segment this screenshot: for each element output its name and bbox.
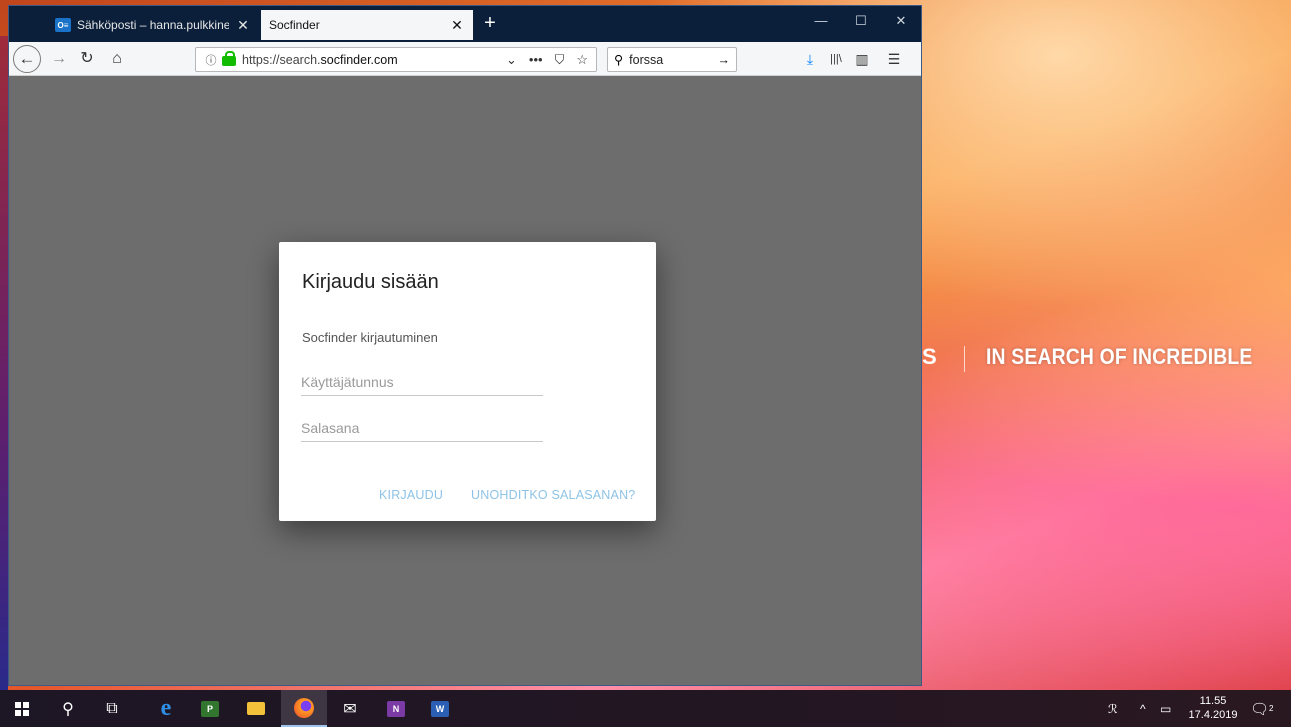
- search-bar[interactable]: ⚲ forssa →: [607, 47, 737, 72]
- dialog-title: Kirjaudu sisään: [302, 271, 439, 293]
- menu-icon[interactable]: ☰: [883, 47, 905, 71]
- tab-mail[interactable]: O≡ Sähköposti – hanna.pulkkinen@ ✕: [47, 10, 259, 40]
- onenote-button[interactable]: N: [376, 690, 416, 727]
- tab-label: Sähköposti – hanna.pulkkinen@: [77, 18, 229, 32]
- start-button[interactable]: [2, 690, 42, 727]
- brand-letter: S: [922, 344, 937, 369]
- search-taskbar-button[interactable]: ⚲: [48, 690, 88, 727]
- clock-date: 17.4.2019: [1188, 709, 1238, 721]
- project-button[interactable]: P: [190, 690, 230, 727]
- file-explorer-button[interactable]: [236, 690, 276, 727]
- notification-count: 2: [1269, 704, 1274, 713]
- downloads-icon[interactable]: ⤓: [799, 47, 821, 71]
- lock-icon: [222, 50, 236, 66]
- tab-socfinder[interactable]: Socfinder ✕: [261, 10, 473, 40]
- taskbar: ⚲ ⧉ e P ✉ N W ℛ ^ ▭ 11.55 17.4.2019 🗨 2: [0, 690, 1291, 727]
- new-tab-button[interactable]: +: [477, 10, 503, 38]
- close-icon[interactable]: ✕: [449, 17, 465, 34]
- mail-button[interactable]: ✉: [330, 690, 370, 727]
- firefox-button[interactable]: [281, 690, 327, 727]
- browser-window: O≡ Sähköposti – hanna.pulkkinen@ ✕ Socfi…: [8, 5, 922, 686]
- search-icon: ⚲: [614, 53, 624, 67]
- battery-icon[interactable]: ▭: [1160, 690, 1171, 727]
- clock[interactable]: 11.55 17.4.2019: [1188, 694, 1238, 722]
- address-bar[interactable]: ⓘ https://search.socfinder.com ⌄ ••• ⛉ ☆: [195, 47, 597, 72]
- minimize-button[interactable]: —: [801, 6, 841, 36]
- task-view-icon: ⧉: [106, 699, 118, 717]
- info-icon[interactable]: ⓘ: [202, 52, 220, 68]
- outlook-icon: O≡: [55, 18, 71, 32]
- login-dialog: Kirjaudu sisään Socfinder kirjautuminen …: [279, 242, 656, 521]
- notifications-button[interactable]: 🗨 2: [1250, 690, 1274, 727]
- brand-separator: [964, 346, 965, 372]
- clock-time: 11.55: [1199, 695, 1227, 707]
- close-window-button[interactable]: ✕: [881, 6, 921, 36]
- word-button[interactable]: W: [420, 690, 460, 727]
- chevron-down-icon[interactable]: ⌄: [506, 52, 517, 68]
- tab-strip: O≡ Sähköposti – hanna.pulkkinen@ ✕ Socfi…: [9, 6, 921, 42]
- mail-icon: ✉: [343, 700, 357, 718]
- edge-icon: e: [160, 695, 172, 721]
- search-icon: ⚲: [62, 700, 74, 718]
- page-content-overlay: Kirjaudu sisään Socfinder kirjautuminen …: [9, 77, 921, 685]
- bookmark-star-icon[interactable]: ☆: [576, 52, 588, 68]
- more-icon[interactable]: •••: [529, 52, 543, 68]
- chevron-up-icon[interactable]: ^: [1140, 690, 1146, 727]
- firefox-icon: [294, 697, 314, 718]
- edge-button[interactable]: e: [146, 690, 186, 727]
- library-icon[interactable]: |||\: [825, 47, 847, 71]
- project-icon: P: [201, 700, 219, 717]
- forward-button[interactable]: →: [47, 47, 71, 71]
- tab-label: Socfinder: [269, 18, 320, 32]
- folder-icon: [247, 702, 265, 715]
- navigation-toolbar: ← → ↻ ⌂ ⓘ https://search.socfinder.com ⌄…: [9, 42, 921, 76]
- back-button[interactable]: ←: [13, 45, 41, 73]
- home-button[interactable]: ⌂: [105, 47, 129, 71]
- sidebar-icon[interactable]: ▥: [851, 47, 873, 71]
- maximize-button[interactable]: ☐: [841, 6, 881, 36]
- username-field[interactable]: [301, 368, 543, 396]
- people-icon[interactable]: ℛ: [1108, 690, 1118, 727]
- wallpaper-slogan: IN SEARCH OF INCREDIBLE: [986, 344, 1253, 369]
- password-field[interactable]: [301, 414, 543, 442]
- close-icon[interactable]: ✕: [235, 17, 251, 34]
- windows-icon: [15, 701, 29, 716]
- onenote-icon: N: [387, 700, 405, 717]
- task-view-button[interactable]: ⧉: [92, 690, 132, 727]
- forgot-password-button[interactable]: UNOHDITKO SALASANAN?: [471, 488, 635, 502]
- pocket-icon[interactable]: ⛉: [555, 52, 565, 68]
- url-text[interactable]: https://search.socfinder.com: [242, 53, 506, 67]
- word-icon: W: [431, 700, 449, 717]
- notification-icon: 🗨: [1250, 700, 1270, 718]
- login-button[interactable]: KIRJAUDU: [379, 488, 443, 502]
- search-go-icon[interactable]: →: [718, 53, 731, 67]
- dialog-subtitle: Socfinder kirjautuminen: [302, 330, 438, 345]
- wallpaper-edge: [0, 36, 8, 690]
- reload-button[interactable]: ↻: [75, 47, 99, 71]
- search-input[interactable]: forssa: [629, 53, 711, 67]
